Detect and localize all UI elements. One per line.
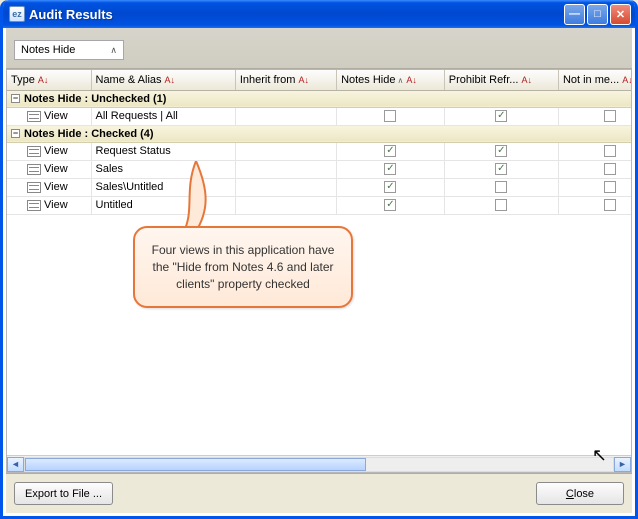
app-icon: ez [9, 6, 25, 22]
scroll-left-button[interactable]: ◄ [7, 457, 24, 472]
group-header[interactable]: −Notes Hide : Checked (4) [7, 125, 631, 142]
view-icon [27, 164, 41, 175]
table-row[interactable]: View Request Status ✓ ✓ [7, 142, 631, 160]
maximize-button[interactable]: □ [587, 4, 608, 25]
sort-icon: A↓ [298, 75, 309, 85]
scroll-thumb[interactable] [25, 458, 366, 471]
table-row[interactable]: View Sales ✓ ✓ [7, 160, 631, 178]
prohibit-checkbox [495, 181, 507, 193]
notinme-checkbox [604, 199, 616, 211]
group-header[interactable]: −Notes Hide : Unchecked (1) [7, 90, 631, 107]
header-row: TypeA↓ Name & AliasA↓ Inherit fromA↓ Not… [7, 70, 631, 90]
noteshide-checkbox [384, 110, 396, 122]
notinme-checkbox [604, 145, 616, 157]
mouse-cursor-icon: ↖ [592, 445, 607, 466]
type-label: View [44, 181, 68, 193]
col-noteshide[interactable]: Notes Hide∧A↓ [337, 70, 445, 90]
noteshide-checkbox: ✓ [384, 199, 396, 211]
view-icon [27, 111, 41, 122]
name-label: Request Status [96, 145, 171, 157]
noteshide-checkbox: ✓ [384, 181, 396, 193]
notinme-checkbox [604, 181, 616, 193]
window-buttons: — □ ✕ [564, 4, 631, 25]
noteshide-checkbox: ✓ [384, 145, 396, 157]
minimize-button[interactable]: — [564, 4, 585, 25]
name-label: Untitled [96, 199, 133, 211]
type-label: View [44, 163, 68, 175]
prohibit-checkbox: ✓ [495, 163, 507, 175]
name-label: Sales\Untitled [96, 181, 164, 193]
group-label: Notes Hide : Unchecked (1) [24, 93, 166, 105]
notinme-checkbox [604, 163, 616, 175]
table-row[interactable]: View Untitled ✓ [7, 196, 631, 214]
callout-text: Four views in this application have the … [152, 243, 335, 291]
noteshide-checkbox: ✓ [384, 163, 396, 175]
prohibit-checkbox: ✓ [495, 110, 507, 122]
sort-icon: A↓ [622, 75, 631, 85]
groupby-dropdown-value: Notes Hide [21, 44, 75, 56]
bottom-bar: Export to File ... Close [6, 473, 632, 513]
chevron-up-icon: ∧ [110, 45, 117, 56]
name-label: All Requests | All [96, 110, 178, 122]
close-window-button[interactable]: ✕ [610, 4, 631, 25]
type-label: View [44, 199, 68, 211]
view-icon [27, 146, 41, 157]
col-name[interactable]: Name & AliasA↓ [91, 70, 235, 90]
type-label: View [44, 145, 68, 157]
notinme-checkbox [604, 110, 616, 122]
col-inherit[interactable]: Inherit fromA↓ [235, 70, 336, 90]
prohibit-checkbox: ✓ [495, 145, 507, 157]
col-notinme[interactable]: Not in me...A↓ [558, 70, 631, 90]
toolbar: Notes Hide ∧ [6, 28, 632, 69]
name-label: Sales [96, 163, 124, 175]
sort-icon: A↓ [406, 75, 417, 85]
collapse-icon[interactable]: − [11, 94, 20, 103]
col-type[interactable]: TypeA↓ [7, 70, 91, 90]
app-icon-text: ez [12, 9, 22, 19]
export-button[interactable]: Export to File ... [14, 482, 113, 505]
window-title: Audit Results [29, 7, 564, 22]
group-label: Notes Hide : Checked (4) [24, 128, 154, 140]
table-row[interactable]: View Sales\Untitled ✓ [7, 178, 631, 196]
sort-icon: A↓ [165, 75, 176, 85]
col-prohibit[interactable]: Prohibit Refr...A↓ [444, 70, 558, 90]
collapse-icon[interactable]: − [11, 129, 20, 138]
type-label: View [44, 110, 68, 122]
chevron-up-icon: ∧ [397, 76, 403, 85]
table-row[interactable]: View All Requests | All ✓ [7, 107, 631, 125]
results-table: TypeA↓ Name & AliasA↓ Inherit fromA↓ Not… [7, 70, 631, 215]
sort-icon: A↓ [521, 75, 532, 85]
scroll-track[interactable] [24, 457, 614, 472]
view-icon [27, 182, 41, 193]
view-icon [27, 200, 41, 211]
audit-results-window: ez Audit Results — □ ✕ Notes Hide ∧ Type… [0, 0, 638, 519]
annotation-callout: Four views in this application have the … [133, 226, 353, 308]
horizontal-scrollbar[interactable]: ◄ ► [7, 455, 631, 472]
prohibit-checkbox [495, 199, 507, 211]
sort-icon: A↓ [38, 75, 49, 85]
groupby-dropdown[interactable]: Notes Hide ∧ [14, 40, 124, 60]
scroll-right-button[interactable]: ► [614, 457, 631, 472]
close-button[interactable]: Close [536, 482, 624, 505]
titlebar[interactable]: ez Audit Results — □ ✕ [3, 0, 635, 28]
